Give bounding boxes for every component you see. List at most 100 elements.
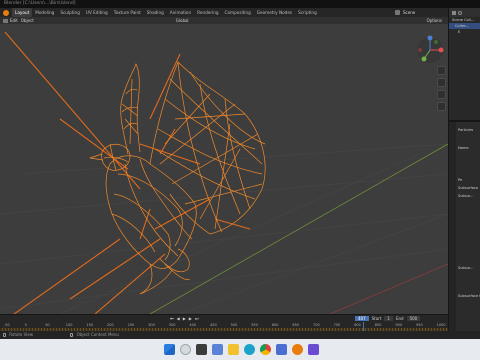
timeline-tick: 1000 [436, 323, 446, 327]
timeline[interactable]: ⏮ ◀ ▶ ▶ ⏭ 407 Start 1 End 500 -50 0 50 100 1… [0, 314, 448, 332]
store-icon[interactable] [276, 344, 287, 355]
workspace-tab[interactable]: Scripting [295, 8, 320, 17]
workspace-tab[interactable]: Animation [167, 8, 194, 17]
timeline-tick: 50 [45, 323, 50, 327]
outliner-header [449, 8, 480, 17]
pan-view-icon[interactable] [437, 78, 446, 87]
start-icon[interactable] [164, 344, 175, 355]
timeline-tick: 550 [251, 323, 258, 327]
window-title-bar: Blender [C:\Users\...\Bird.blend] [0, 0, 480, 8]
properties-field[interactable]: Subsur... [458, 266, 480, 270]
window-title: Blender [C:\Users\...\Bird.blend] [4, 1, 76, 6]
edit-menu[interactable]: Edit [10, 18, 18, 23]
frame-controls: 407 Start 1 End 500 [355, 316, 421, 321]
3d-viewport[interactable] [0, 24, 448, 314]
edge-icon[interactable] [244, 344, 255, 355]
timeline-tick: 450 [210, 323, 217, 327]
jump-start-icon[interactable]: ⏮ [170, 316, 174, 322]
workspace-tab[interactable]: Rendering [194, 8, 221, 17]
filter-icon[interactable] [452, 10, 456, 15]
play-icon[interactable]: ▶ [183, 316, 186, 322]
transform-orientation[interactable]: Global [176, 18, 189, 23]
perspective-toggle-icon[interactable] [437, 102, 446, 111]
viewport-header: Edit Object Global Options [0, 17, 448, 24]
outliner-list: Scene Coll... Collec... E [449, 17, 480, 35]
scene-name[interactable]: Scene [403, 10, 415, 15]
properties-panel: Particles Name Pe Subsurface Subsur... Subsur… [448, 120, 480, 333]
properties-field[interactable]: Pe [458, 178, 480, 182]
app-icon[interactable] [308, 344, 319, 355]
timeline-tick: 250 [127, 323, 135, 327]
timeline-tick: 900 [395, 323, 403, 327]
workspace-tab[interactable]: Compositing [222, 8, 254, 17]
timeline-tick: 200 [107, 323, 114, 327]
prev-key-icon[interactable]: ◀ [177, 316, 180, 322]
scene-icon[interactable] [395, 10, 400, 15]
start-label: Start [371, 316, 382, 321]
mouse-icon [70, 333, 74, 337]
status-left: Rotate View [9, 332, 34, 337]
workspace-tab[interactable]: UV Editing [83, 8, 111, 17]
widgets-icon[interactable] [212, 344, 223, 355]
timeline-tick: 800 [354, 323, 361, 327]
timeline-tick: 400 [189, 323, 197, 327]
workspace-tab[interactable]: Modeling [32, 8, 57, 17]
timeline-tick: 150 [86, 323, 94, 327]
outliner-item[interactable]: E [449, 29, 480, 35]
task-view-icon[interactable] [196, 344, 207, 355]
editor-type-icon[interactable] [3, 18, 8, 23]
properties-field[interactable]: Subsurface Rad [458, 294, 480, 298]
timeline-tick: 0 [24, 323, 27, 327]
timeline-tick: 300 [148, 323, 155, 327]
bird-wireframe [89, 61, 266, 295]
search-icon[interactable] [180, 344, 191, 355]
properties-field[interactable]: Subsurface [458, 186, 480, 190]
end-value[interactable]: 500 [406, 316, 421, 321]
zoom-view-icon[interactable] [437, 66, 446, 75]
end-label: End [395, 316, 404, 321]
search-icon[interactable] [458, 10, 462, 15]
timeline-tick: 100 [65, 323, 73, 327]
file-explorer-icon[interactable] [228, 344, 239, 355]
workspace-tab[interactable]: Texture Paint [111, 8, 144, 17]
timeline-tick: 650 [292, 323, 300, 327]
viewport-canvas [0, 31, 448, 314]
navigation-gizmo [417, 35, 444, 63]
timeline-tick: 950 [416, 323, 423, 327]
grid-x-axis [329, 263, 448, 314]
options-menu[interactable]: Options [427, 18, 442, 23]
properties-field[interactable]: Name [458, 146, 480, 150]
timeline-tick: 500 [230, 323, 238, 327]
status-bar: Rotate View Object Context Menu [0, 331, 480, 339]
workspace-tab[interactable]: Sculpting [57, 8, 83, 17]
playback-controls: ⏮ ◀ ▶ ▶ ⏭ [170, 316, 198, 322]
workspace-tab[interactable]: Geometry Nodes [254, 8, 295, 17]
chrome-icon[interactable] [260, 344, 271, 355]
timeline-tick: 350 [168, 323, 176, 327]
camera-view-icon[interactable] [437, 90, 446, 99]
start-value[interactable]: 1 [384, 316, 393, 321]
grid-y-axis [149, 143, 448, 314]
timeline-tick: 750 [333, 323, 341, 327]
workspace-tab[interactable]: Shading [144, 8, 167, 17]
properties-field[interactable]: Subsur... [458, 194, 480, 198]
object-menu[interactable]: Object [21, 18, 34, 23]
mouse-icon [3, 333, 6, 337]
workspace-tabs: Layout Modeling Sculpting UV Editing Texture… [0, 8, 448, 17]
workspace-tab[interactable]: Layout [12, 8, 33, 17]
outliner-panel: Scene Coll... Collec... E [448, 8, 480, 120]
timeline-tick: -50 [4, 323, 10, 327]
windows-taskbar [0, 339, 480, 360]
blender-icon[interactable] [292, 344, 303, 355]
jump-end-icon[interactable]: ⏭ [195, 316, 199, 322]
properties-field[interactable]: Particles [458, 128, 480, 132]
blender-logo-icon[interactable] [3, 9, 9, 16]
timeline-tick: 850 [374, 323, 382, 327]
next-key-icon[interactable]: ▶ [189, 316, 192, 322]
timeline-tick: 700 [313, 323, 320, 327]
current-frame[interactable]: 407 [355, 316, 369, 321]
top-right-strip: Scene [395, 8, 448, 17]
timeline-tick: 600 [271, 323, 279, 327]
status-middle: Object Context Menu [76, 332, 119, 337]
properties-tabs [449, 122, 456, 333]
